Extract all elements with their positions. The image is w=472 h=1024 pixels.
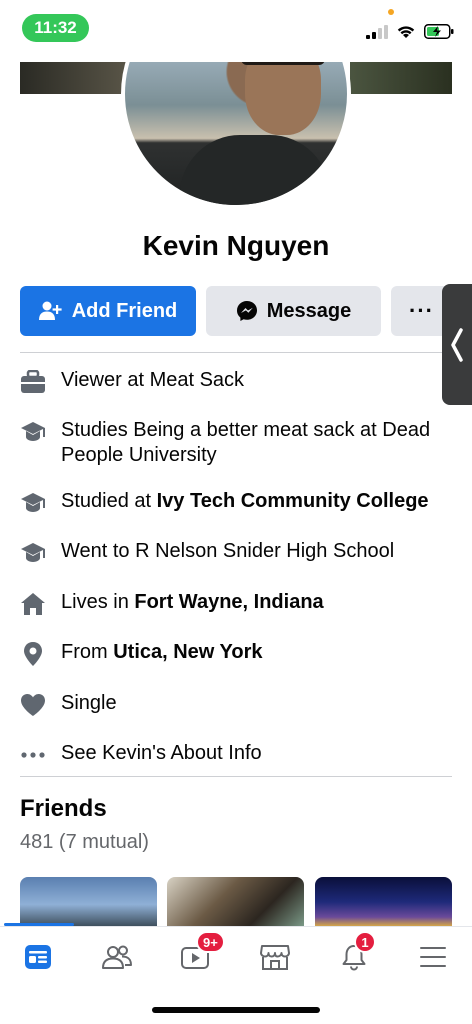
messenger-icon: [236, 301, 257, 321]
info-relationship-text: Single: [61, 692, 117, 714]
info-from-prefix: From: [61, 641, 114, 663]
friends-count: 481 (7 mutual): [20, 831, 149, 853]
info-lives-in-city[interactable]: Fort Wayne, Indiana: [134, 591, 323, 613]
friend-thumbnail[interactable]: [167, 877, 304, 927]
info-from-text: From Utica, New York: [61, 640, 263, 665]
tab-menu[interactable]: [405, 937, 461, 977]
divider: [20, 352, 452, 353]
tab-marketplace[interactable]: [247, 937, 303, 977]
graduation-cap-icon: [20, 419, 46, 445]
message-label: Message: [266, 299, 352, 322]
info-lives-in-text: Lives in Fort Wayne, Indiana: [61, 590, 324, 615]
info-row-relationship[interactable]: Single: [20, 691, 450, 718]
more-options-label: ···: [409, 298, 434, 323]
info-studied-school[interactable]: Ivy Tech Community College: [157, 490, 429, 512]
location-pin-icon: [20, 641, 46, 667]
chevron-left-icon: [451, 327, 463, 362]
watch-badge: 9+: [196, 931, 225, 953]
ellipsis-icon: [20, 742, 46, 768]
status-icons: [366, 24, 454, 39]
tab-news-feed[interactable]: [10, 937, 66, 977]
info-high-school-text: Went to R Nelson Snider High School: [61, 540, 395, 562]
tab-friends[interactable]: [89, 937, 145, 977]
add-friend-icon: [38, 301, 62, 320]
hamburger-menu-icon: [420, 947, 446, 967]
add-friend-button[interactable]: Add Friend: [20, 286, 196, 336]
info-row-high-school[interactable]: Went to R Nelson Snider High School: [20, 539, 450, 566]
info-from-city[interactable]: Utica, New York: [113, 641, 262, 663]
active-tab-indicator: [4, 923, 74, 926]
notifications-badge: 1: [354, 931, 376, 953]
info-work-text: Viewer at Meat Sack: [61, 369, 245, 391]
privacy-indicator-dot: [388, 9, 394, 15]
friend-thumbnail[interactable]: [315, 877, 452, 927]
graduation-cap-icon: [20, 540, 46, 566]
info-studied-prefix: Studied at: [61, 490, 157, 512]
info-row-from[interactable]: From Utica, New York: [20, 640, 450, 667]
news-feed-icon: [25, 945, 51, 969]
avatar-shirt: [180, 135, 330, 205]
info-row-studies[interactable]: Studies Being a better meat sack at Dead…: [20, 418, 450, 468]
side-drawer-handle[interactable]: [442, 284, 472, 405]
battery-charging-icon: [424, 24, 454, 39]
divider: [20, 776, 452, 777]
info-studied-text: Studied at Ivy Tech Community College: [61, 489, 429, 514]
see-about-info-link[interactable]: See Kevin's About Info: [20, 741, 450, 768]
cover-photo-right[interactable]: [350, 62, 452, 94]
friends-icon: [102, 945, 132, 969]
friends-section-title: Friends: [20, 795, 107, 822]
tab-notifications[interactable]: 1: [326, 931, 382, 977]
briefcase-icon: [20, 369, 46, 395]
house-icon: [20, 591, 46, 617]
wifi-icon: [397, 26, 415, 38]
friend-thumbnail[interactable]: [20, 877, 157, 927]
add-friend-label: Add Friend: [71, 299, 178, 322]
status-bar: 11:32: [0, 0, 472, 62]
cover-photo-left[interactable]: [20, 62, 130, 94]
info-row-work[interactable]: Viewer at Meat Sack: [20, 368, 450, 395]
marketplace-icon: [260, 945, 290, 970]
see-about-info-text: See Kevin's About Info: [61, 742, 262, 764]
home-indicator[interactable]: [152, 1007, 320, 1013]
info-lives-in-prefix: Lives in: [61, 591, 135, 613]
tab-watch[interactable]: 9+: [168, 931, 225, 977]
graduation-cap-icon: [20, 490, 46, 516]
heart-icon: [20, 692, 46, 718]
profile-name: Kevin Nguyen: [142, 230, 330, 261]
cellular-signal-icon: [366, 24, 388, 39]
info-row-studied[interactable]: Studied at Ivy Tech Community College: [20, 489, 450, 516]
info-studies-text: Studies Being a better meat sack at Dead…: [61, 419, 431, 466]
info-row-lives-in[interactable]: Lives in Fort Wayne, Indiana: [20, 590, 450, 617]
message-button[interactable]: Message: [206, 286, 381, 336]
status-time[interactable]: 11:32: [22, 14, 89, 42]
